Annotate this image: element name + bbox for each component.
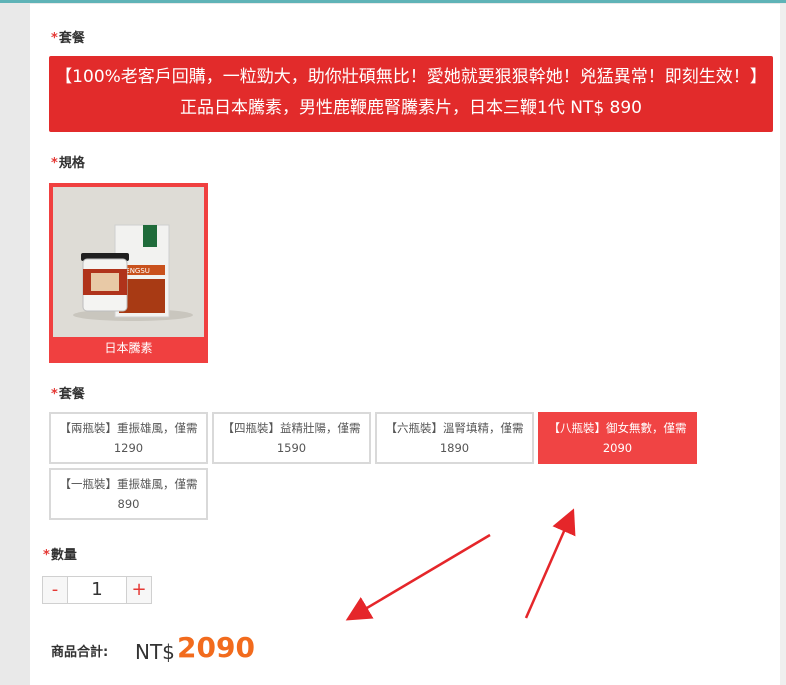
promo-line-2: 正品日本騰素，男性鹿鞭鹿腎騰素片，日本三鞭1代 NT$ 890 bbox=[180, 98, 642, 118]
quantity-label-text: 數量 bbox=[50, 548, 77, 563]
package-option-8-bottles-selected[interactable]: 【八瓶裝】御女無數，僅需 2090 bbox=[538, 412, 697, 464]
option-title: 【六瓶裝】溫腎填精，僅需 bbox=[385, 421, 524, 435]
package-option-4-bottles[interactable]: 【四瓶裝】益精壯陽，僅需 1590 bbox=[212, 412, 371, 464]
package-section-label: *套餐 bbox=[51, 27, 85, 46]
package-option-6-bottles[interactable]: 【六瓶裝】溫腎填精，僅需 1890 bbox=[375, 412, 534, 464]
required-star: * bbox=[51, 156, 58, 171]
quantity-input[interactable]: 1 bbox=[68, 576, 126, 604]
product-options-panel: *套餐 【100%老客戶回購，一粒勁大，助你壯碩無比！愛她就要狠狠幹她！兇猛異常… bbox=[30, 4, 780, 685]
promo-line-1: 【100%老客戶回購，一粒勁大，助你壯碩無比！愛她就要狠狠幹她！兇猛異常！即刻生… bbox=[55, 67, 767, 87]
option-price: 1590 bbox=[276, 441, 307, 455]
option-title: 【四瓶裝】益精壯陽，僅需 bbox=[222, 421, 361, 435]
required-star: * bbox=[43, 548, 50, 563]
required-star: * bbox=[51, 387, 58, 402]
quantity-section-label: *數量 bbox=[43, 544, 77, 563]
promo-package-option[interactable]: 【100%老客戶回購，一粒勁大，助你壯碩無比！愛她就要狠狠幹她！兇猛異常！即刻生… bbox=[49, 56, 773, 132]
product-image: TENGSU bbox=[53, 187, 204, 337]
scrollbar-track[interactable] bbox=[780, 4, 786, 685]
package-section-label-2: *套餐 bbox=[51, 383, 85, 402]
spec-caption: 日本騰素 bbox=[104, 341, 153, 355]
top-accent-line bbox=[0, 0, 786, 3]
package-option-1-bottle[interactable]: 【一瓶裝】重振雄風，僅需 890 bbox=[49, 468, 208, 520]
spec-option-card[interactable]: TENGSU 日本騰素 bbox=[49, 183, 208, 363]
option-title: 【一瓶裝】重振雄風，僅需 bbox=[59, 477, 198, 491]
package-label-text: 套餐 bbox=[58, 31, 85, 46]
spec-label-text: 規格 bbox=[58, 156, 85, 171]
required-star: * bbox=[51, 31, 58, 46]
total-label: 商品合計: bbox=[51, 645, 109, 660]
quantity-increase-button[interactable]: + bbox=[126, 576, 152, 604]
option-price: 2090 bbox=[602, 441, 633, 455]
option-price: 1290 bbox=[113, 441, 144, 455]
option-title: 【八瓶裝】御女無數，僅需 bbox=[548, 421, 687, 435]
package-label-text-2: 套餐 bbox=[58, 387, 85, 402]
spec-section-label: *規格 bbox=[51, 152, 85, 171]
package-option-2-bottles[interactable]: 【兩瓶裝】重振雄風，僅需 1290 bbox=[49, 412, 208, 464]
option-title: 【兩瓶裝】重振雄風，僅需 bbox=[59, 421, 198, 435]
total-currency: NT$ bbox=[135, 640, 175, 664]
quantity-decrease-button[interactable]: - bbox=[42, 576, 68, 604]
option-price: 1890 bbox=[439, 441, 470, 455]
total-price: 2090 bbox=[177, 631, 255, 664]
option-price: 890 bbox=[117, 497, 140, 511]
